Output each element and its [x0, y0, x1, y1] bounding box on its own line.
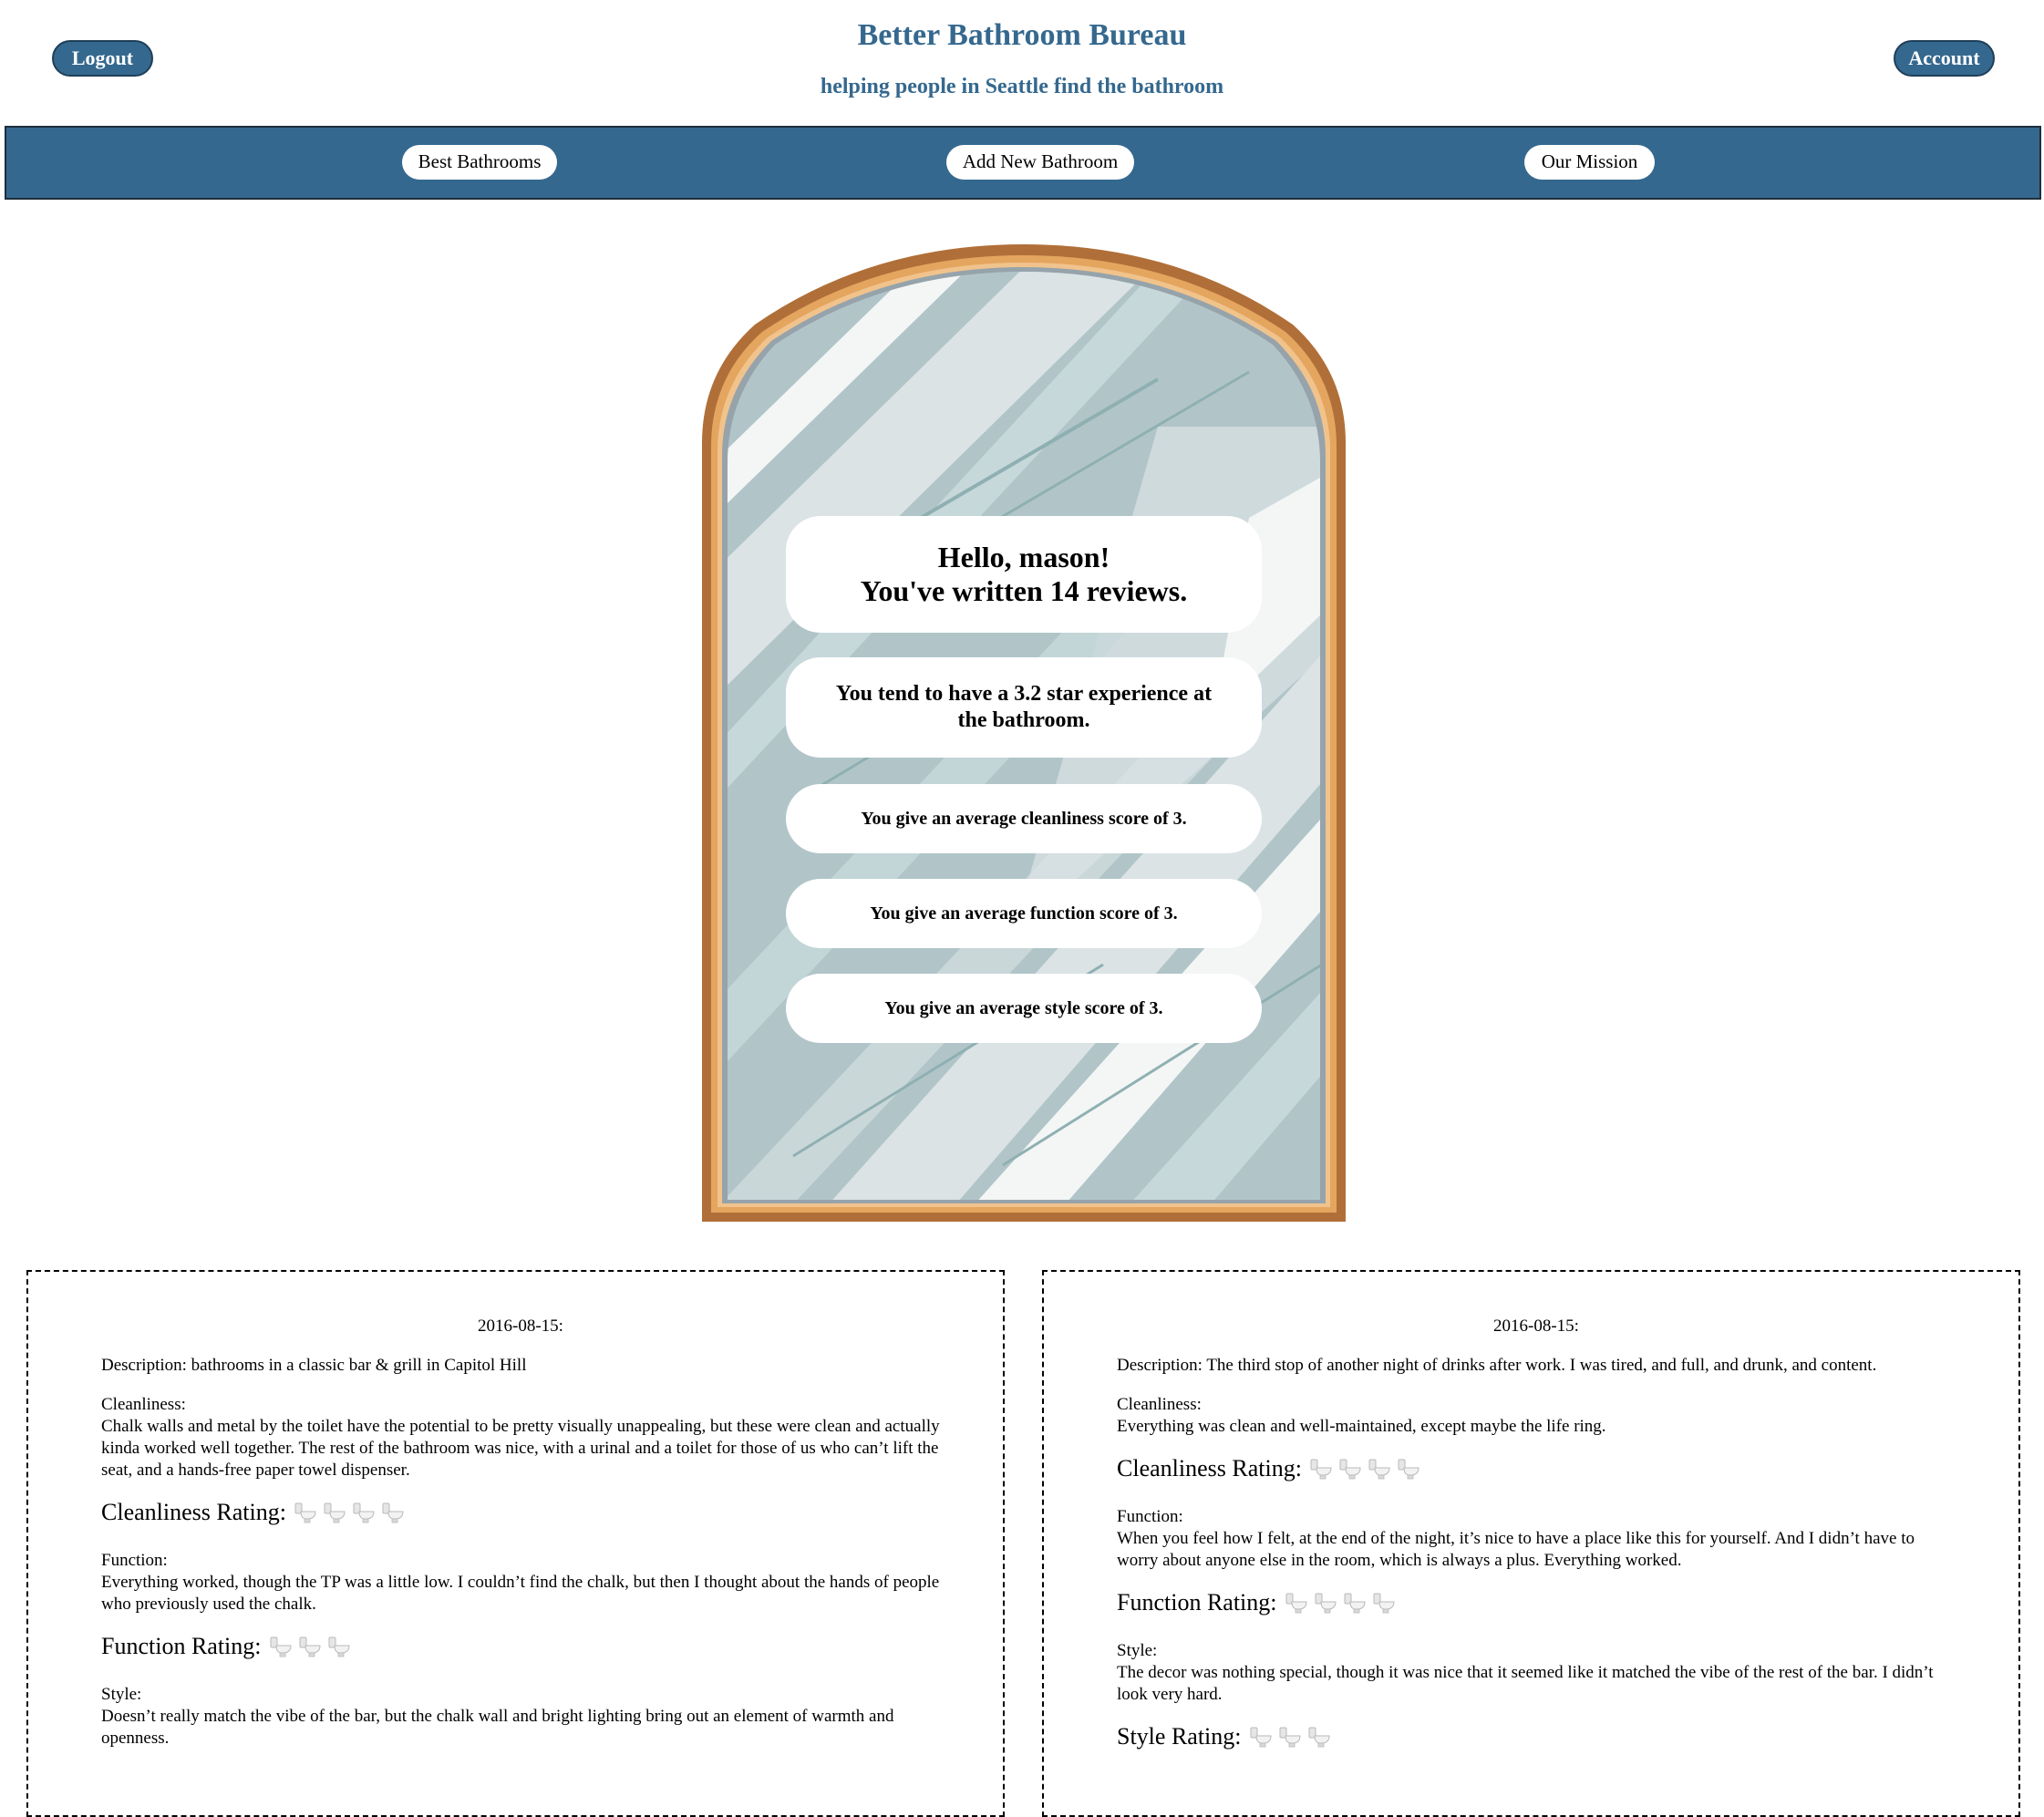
account-button[interactable]: Account	[1894, 40, 1995, 77]
review-cleanliness: Cleanliness: Chalk walls and metal by th…	[101, 1394, 940, 1481]
function-text: When you feel how I felt, at the end of …	[1117, 1529, 1915, 1570]
site-title: Better Bathroom Bureau	[857, 18, 1187, 52]
cleanliness-rating: Cleanliness Rating:	[1117, 1455, 1956, 1482]
greeting-card: Hello, mason! You've written 14 reviews.	[786, 516, 1262, 633]
style-rating: Style Rating:	[1117, 1723, 1956, 1750]
cleanliness-rating-label: Cleanliness Rating:	[101, 1499, 286, 1525]
review-description: Description: bathrooms in a classic bar …	[101, 1356, 527, 1375]
review-date: 2016-08-15:	[478, 1316, 563, 1336]
toilet-icon	[1285, 1593, 1307, 1614]
review-description: Description: The third stop of another n…	[1117, 1356, 1877, 1375]
style-rating-label: Style Rating:	[1117, 1723, 1242, 1750]
avg-function-card: You give an average function score of 3.	[786, 879, 1262, 948]
review-count: You've written 14 reviews.	[860, 574, 1188, 607]
style-heading: Style:	[101, 1685, 142, 1704]
toilet-icon	[270, 1636, 292, 1657]
avg-cleanliness-text: You give an average cleanliness score of…	[861, 808, 1187, 829]
nav-best-bathrooms[interactable]: Best Bathrooms	[402, 145, 557, 180]
review-function: Function: When you feel how I felt, at t…	[1117, 1506, 1956, 1572]
avg-style-text: You give an average style score of 3.	[884, 997, 1163, 1018]
avg-cleanliness-card: You give an average cleanliness score of…	[786, 784, 1262, 853]
toilet-rating-icons	[269, 1635, 356, 1658]
review-style: Style: Doesn’t really match the vibe of …	[101, 1684, 940, 1750]
cleanliness-heading: Cleanliness:	[1117, 1395, 1202, 1414]
toilet-icon	[328, 1636, 350, 1657]
function-rating: Function Rating:	[101, 1633, 940, 1660]
star-experience-text: You tend to have a 3.2 star experience a…	[835, 682, 1213, 732]
toilet-icon	[1310, 1459, 1332, 1480]
nav-add-new-bathroom[interactable]: Add New Bathroom	[946, 145, 1134, 180]
toilet-rating-icons	[1249, 1725, 1337, 1749]
toilet-icon	[1308, 1727, 1330, 1748]
style-text: Doesn’t really match the vibe of the bar…	[101, 1707, 894, 1748]
toilet-icon	[353, 1502, 375, 1523]
cleanliness-rating-label: Cleanliness Rating:	[1117, 1455, 1302, 1481]
site-subtitle: helping people in Seattle find the bathr…	[820, 75, 1224, 98]
toilet-icon	[1398, 1459, 1419, 1480]
review-style: Style: The decor was nothing special, th…	[1117, 1640, 1956, 1706]
review-function: Function: Everything worked, though the …	[101, 1550, 940, 1616]
review-card: 2016-08-15: Description: bathrooms in a …	[26, 1270, 1005, 1817]
style-heading: Style:	[1117, 1641, 1158, 1660]
cleanliness-rating: Cleanliness Rating:	[101, 1499, 940, 1526]
review-date: 2016-08-15:	[1493, 1316, 1579, 1336]
review-cleanliness: Cleanliness: Everything was clean and we…	[1117, 1394, 1956, 1438]
toilet-icon	[294, 1502, 316, 1523]
toilet-rating-icons	[1285, 1591, 1401, 1615]
function-rating-label: Function Rating:	[101, 1633, 262, 1659]
function-text: Everything worked, though the TP was a l…	[101, 1573, 940, 1614]
function-rating: Function Rating:	[1117, 1589, 1956, 1616]
toilet-icon	[324, 1502, 346, 1523]
function-heading: Function:	[1117, 1507, 1183, 1526]
cleanliness-text: Everything was clean and well-maintained…	[1117, 1417, 1606, 1436]
review-card: 2016-08-15: Description: The third stop …	[1042, 1270, 2020, 1817]
toilet-icon	[299, 1636, 321, 1657]
function-heading: Function:	[101, 1551, 168, 1570]
star-experience-card: You tend to have a 3.2 star experience a…	[786, 657, 1262, 758]
toilet-rating-icons	[294, 1501, 410, 1524]
main-navbar: Best Bathrooms Add New Bathroom Our Miss…	[5, 126, 2041, 200]
toilet-icon	[1344, 1593, 1366, 1614]
greeting-name: Hello, mason!	[937, 541, 1110, 573]
style-text: The decor was nothing special, though it…	[1117, 1663, 1934, 1704]
toilet-icon	[1339, 1459, 1361, 1480]
site-header: Logout Better Bathroom Bureau helping pe…	[0, 0, 2044, 125]
toilet-icon	[1279, 1727, 1301, 1748]
cleanliness-text: Chalk walls and metal by the toilet have…	[101, 1417, 940, 1480]
toilet-icon	[1315, 1593, 1337, 1614]
toilet-rating-icons	[1309, 1457, 1426, 1481]
avg-function-text: You give an average function score of 3.	[870, 903, 1178, 924]
function-rating-label: Function Rating:	[1117, 1589, 1277, 1616]
cleanliness-heading: Cleanliness:	[101, 1395, 186, 1414]
nav-our-mission[interactable]: Our Mission	[1524, 145, 1655, 180]
toilet-icon	[1368, 1459, 1390, 1480]
toilet-icon	[1250, 1727, 1272, 1748]
toilet-icon	[382, 1502, 404, 1523]
avg-style-card: You give an average style score of 3.	[786, 974, 1262, 1043]
toilet-icon	[1373, 1593, 1395, 1614]
